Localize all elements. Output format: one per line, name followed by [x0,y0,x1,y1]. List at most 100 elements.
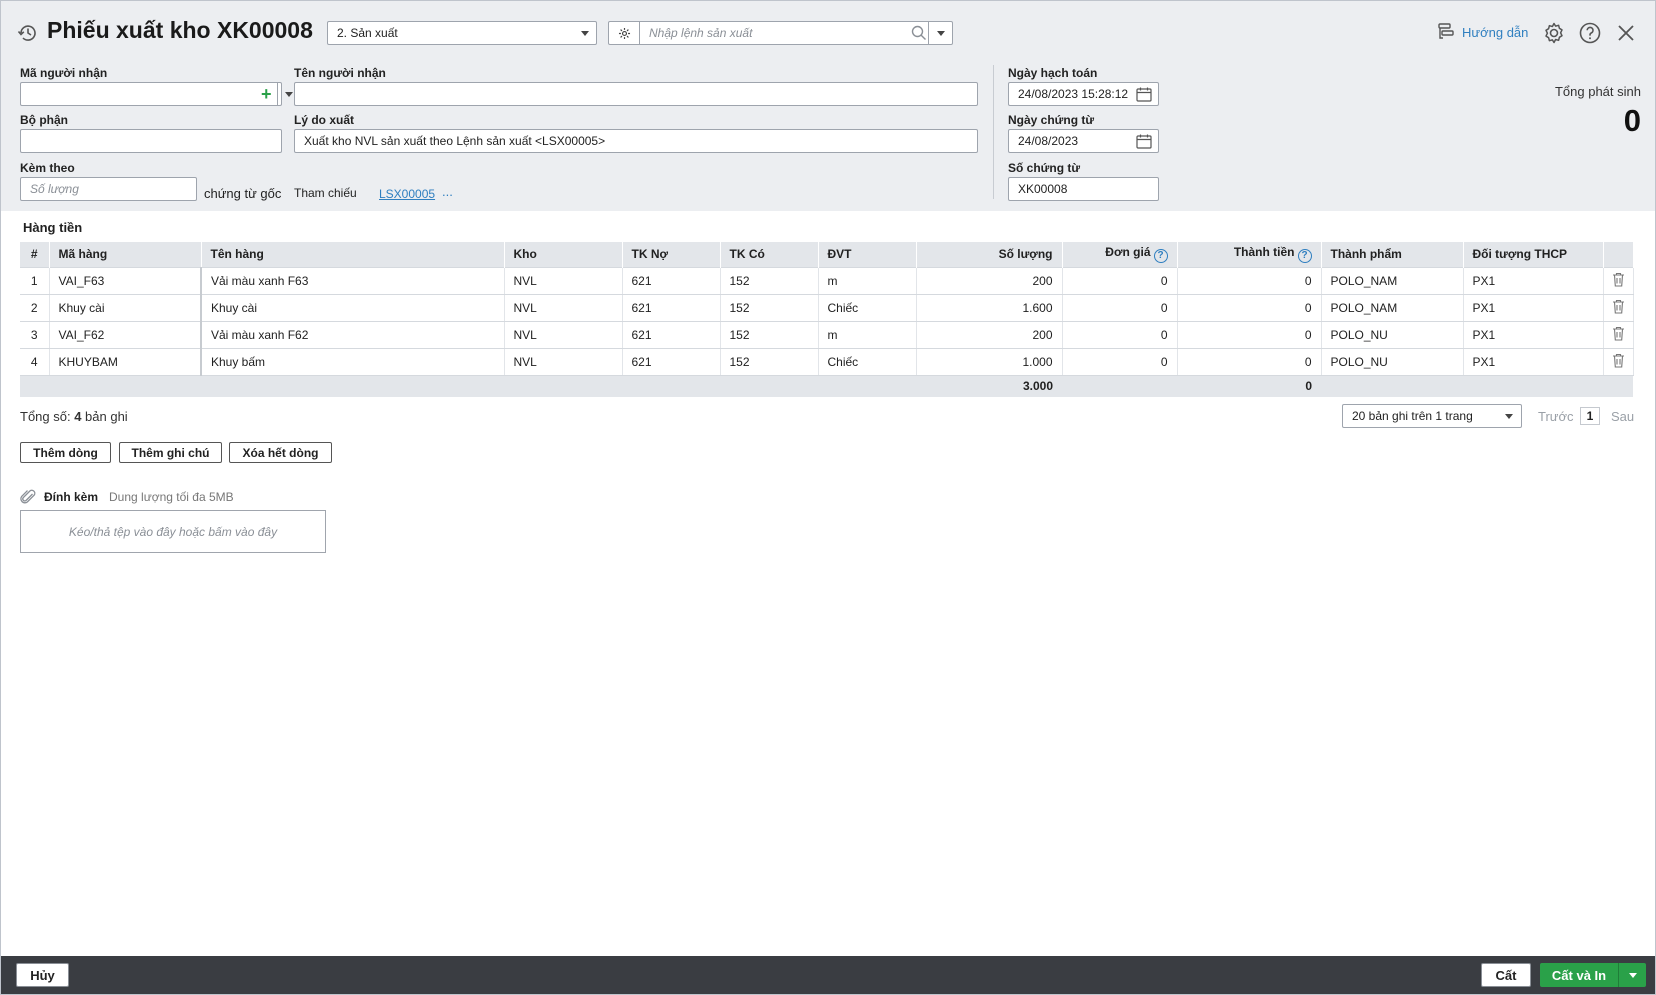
quantity-cell[interactable]: 1.000 [916,348,1063,376]
item-code-cell[interactable]: KHUYBAM [49,348,202,376]
unit-price-cell[interactable]: 0 [1062,266,1178,295]
column-header-quantity[interactable]: Số lượng [916,242,1063,267]
unit-cell[interactable]: Chiếc [818,294,917,322]
column-header-amount[interactable]: Thành tiền? [1177,242,1322,267]
reference-more-button[interactable]: ... [442,184,453,199]
column-header-name[interactable]: Tên hàng [201,242,505,267]
credit-account-cell[interactable]: 152 [720,266,819,295]
gear-icon[interactable] [1542,21,1566,45]
delete-row-button[interactable] [1603,266,1634,295]
posting-date-field[interactable]: 24/08/2023 15:28:12 [1008,82,1159,106]
cancel-button[interactable]: Hủy [16,963,69,987]
debit-account-cell[interactable]: 621 [622,348,721,376]
doc-date-field[interactable]: 24/08/2023 [1008,129,1159,153]
voucher-type-select[interactable]: 2. Sản xuất [327,21,597,45]
delete-all-rows-button[interactable]: Xóa hết dòng [229,442,332,463]
unit-cell[interactable]: m [818,321,917,349]
debit-account-cell[interactable]: 621 [622,266,721,295]
delete-row-button[interactable] [1603,321,1634,349]
amount-cell[interactable]: 0 [1177,294,1322,322]
credit-account-cell[interactable]: 152 [720,294,819,322]
cost-object-cell[interactable]: PX1 [1463,348,1604,376]
item-code-cell[interactable]: VAI_F62 [49,321,202,349]
settings-button[interactable] [609,22,640,44]
cost-object-cell[interactable]: PX1 [1463,321,1604,349]
unit-cell[interactable]: Chiếc [818,348,917,376]
column-header-code[interactable]: Mã hàng [49,242,202,267]
history-icon[interactable] [17,22,39,44]
reference-link[interactable]: LSX00005 [379,187,435,201]
unit-cell[interactable]: m [818,266,917,295]
help-icon[interactable]: ? [1297,249,1312,264]
column-header-product[interactable]: Thành phẩm [1321,242,1464,267]
page-size-select[interactable]: 20 bản ghi trên 1 trang [1342,404,1522,428]
save-and-print-button[interactable]: Cất và In [1540,963,1618,987]
warehouse-cell[interactable]: NVL [504,266,623,295]
column-header-credit[interactable]: TK Có [720,242,819,267]
item-name-cell[interactable]: Khuy cài [201,294,505,322]
cost-object-cell[interactable]: PX1 [1463,266,1604,295]
add-row-button[interactable]: Thêm dòng [20,442,111,463]
prev-page-button[interactable]: Trước [1538,409,1574,424]
product-cell[interactable]: POLO_NU [1321,321,1464,349]
calendar-icon[interactable] [1136,134,1152,149]
recipient-name-field[interactable] [294,82,978,106]
close-icon[interactable] [1614,21,1638,45]
table-row[interactable]: 1 VAI_F63 Vải màu xanh F63 NVL 621 152 m… [20,266,1634,295]
warehouse-cell[interactable]: NVL [504,294,623,322]
unit-price-cell[interactable]: 0 [1062,321,1178,349]
save-and-print-dropdown-button[interactable] [1618,963,1646,987]
doc-no-field[interactable]: XK00008 [1008,177,1159,201]
delete-row-button[interactable] [1603,294,1634,322]
add-icon[interactable]: + [261,85,272,103]
quantity-cell[interactable]: 1.600 [916,294,1063,322]
delete-row-button[interactable] [1603,348,1634,376]
product-cell[interactable]: POLO_NAM [1321,294,1464,322]
item-name-cell[interactable]: Vải màu xanh F63 [201,266,505,295]
add-note-button[interactable]: Thêm ghi chú [119,442,222,463]
quantity-cell[interactable]: 200 [916,266,1063,295]
recipient-code-field[interactable]: + [20,82,293,106]
unit-price-cell[interactable]: 0 [1062,294,1178,322]
cost-object-cell[interactable]: PX1 [1463,294,1604,322]
next-page-button[interactable]: Sau [1611,409,1634,424]
current-page[interactable]: 1 [1580,407,1600,425]
department-field[interactable] [20,129,282,153]
item-code-cell[interactable]: Khuy cài [49,294,202,322]
guide-link[interactable]: Hướng dẫn [1436,20,1528,44]
item-name-cell[interactable]: Khuy bấm [201,348,505,376]
column-header-debit[interactable]: TK Nợ [622,242,721,267]
item-code-cell[interactable]: VAI_F63 [49,266,202,295]
attach-quantity-field[interactable]: Số lượng [20,177,197,201]
product-cell[interactable]: POLO_NU [1321,348,1464,376]
debit-account-cell[interactable]: 621 [622,294,721,322]
debit-account-cell[interactable]: 621 [622,321,721,349]
column-header-price[interactable]: Đơn giá? [1062,242,1178,267]
amount-cell[interactable]: 0 [1177,266,1322,295]
table-row[interactable]: 4 KHUYBAM Khuy bấm NVL 621 152 Chiếc 1.0… [20,348,1634,376]
search-icon[interactable] [911,25,927,41]
save-button[interactable]: Cất [1481,963,1531,987]
help-icon[interactable] [1578,21,1602,45]
column-header-unit[interactable]: ĐVT [818,242,917,267]
unit-price-cell[interactable]: 0 [1062,348,1178,376]
credit-account-cell[interactable]: 152 [720,321,819,349]
amount-cell[interactable]: 0 [1177,321,1322,349]
quantity-cell[interactable]: 200 [916,321,1063,349]
column-header-warehouse[interactable]: Kho [504,242,623,267]
amount-cell[interactable]: 0 [1177,348,1322,376]
table-row[interactable]: 3 VAI_F62 Vải màu xanh F62 NVL 621 152 m… [20,321,1634,349]
production-order-dropdown-button[interactable] [928,22,952,44]
table-row[interactable]: 2 Khuy cài Khuy cài NVL 621 152 Chiếc 1.… [20,294,1634,322]
help-icon[interactable]: ? [1153,249,1168,264]
product-cell[interactable]: POLO_NAM [1321,266,1464,295]
column-header-cost-object[interactable]: Đối tượng THCP [1463,242,1604,267]
production-order-input[interactable] [641,22,919,44]
calendar-icon[interactable] [1136,87,1152,102]
warehouse-cell[interactable]: NVL [504,348,623,376]
warehouse-cell[interactable]: NVL [504,321,623,349]
credit-account-cell[interactable]: 152 [720,348,819,376]
reason-field[interactable]: Xuất kho NVL sản xuất theo Lệnh sản xuất… [294,129,978,153]
item-name-cell[interactable]: Vải màu xanh F62 [201,321,505,349]
file-dropzone[interactable]: Kéo/thả tệp vào đây hoặc bấm vào đây [20,510,326,553]
